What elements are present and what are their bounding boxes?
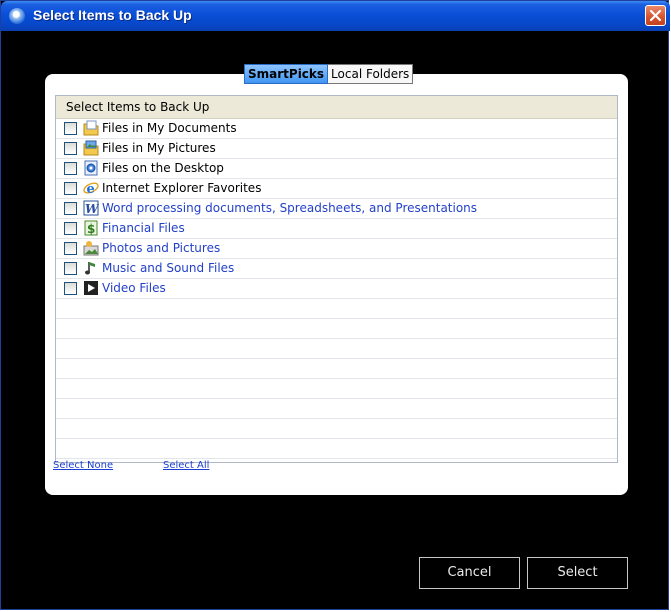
- list-header: Select Items to Back Up: [56, 96, 617, 119]
- empty-row: [56, 359, 617, 379]
- list-item[interactable]: e Internet Explorer Favorites: [56, 179, 617, 199]
- item-checkbox[interactable]: [64, 122, 77, 135]
- list-item[interactable]: W Word processing documents, Spreadsheet…: [56, 199, 617, 219]
- my-documents-icon: [83, 120, 99, 136]
- list-item[interactable]: Files in My Pictures: [56, 139, 617, 159]
- select-button[interactable]: Select: [527, 557, 628, 589]
- video-icon: [83, 280, 99, 296]
- empty-row: [56, 379, 617, 399]
- music-icon: [83, 260, 99, 276]
- item-checkbox[interactable]: [64, 262, 77, 275]
- empty-row: [56, 319, 617, 339]
- tab-smartpicks[interactable]: SmartPicks: [244, 64, 329, 84]
- word-document-icon: W: [83, 200, 100, 216]
- empty-row: [56, 299, 617, 319]
- my-pictures-icon: [83, 140, 99, 156]
- svg-text:$: $: [87, 222, 95, 236]
- internet-explorer-icon: e: [83, 180, 99, 197]
- item-checkbox[interactable]: [64, 222, 77, 235]
- list-item[interactable]: Files on the Desktop: [56, 159, 617, 179]
- item-label: Internet Explorer Favorites: [102, 181, 262, 195]
- item-checkbox[interactable]: [64, 182, 77, 195]
- empty-row: [56, 419, 617, 439]
- dollar-icon: $: [83, 220, 99, 236]
- item-label: Music and Sound Files: [102, 261, 235, 275]
- item-label: Financial Files: [102, 221, 185, 235]
- item-checkbox[interactable]: [64, 242, 77, 255]
- tab-bar: SmartPicks Local Folders: [244, 64, 414, 84]
- item-label: Word processing documents, Spreadsheets,…: [102, 201, 478, 215]
- list-item[interactable]: $ Financial Files: [56, 219, 617, 239]
- item-label: Files in My Pictures: [102, 141, 216, 155]
- window-title: Select Items to Back Up: [33, 7, 192, 23]
- list-item[interactable]: Photos and Pictures: [56, 239, 617, 259]
- item-checkbox[interactable]: [64, 202, 77, 215]
- svg-text:W: W: [85, 202, 99, 216]
- item-checkbox[interactable]: [64, 282, 77, 295]
- tab-local-folders[interactable]: Local Folders: [328, 64, 414, 84]
- item-label: Files on the Desktop: [102, 161, 224, 175]
- cancel-button[interactable]: Cancel: [419, 557, 520, 589]
- close-button[interactable]: [645, 5, 666, 26]
- app-logo-icon: [9, 8, 25, 24]
- svg-text:e: e: [87, 182, 95, 196]
- item-checkbox[interactable]: [64, 162, 77, 175]
- title-bar[interactable]: Select Items to Back Up: [1, 1, 670, 31]
- list-item[interactable]: Music and Sound Files: [56, 259, 617, 279]
- select-all-link[interactable]: Select All: [163, 460, 209, 471]
- backup-items-list: Select Items to Back Up Files in My Docu…: [55, 95, 618, 463]
- select-none-link[interactable]: Select None: [53, 460, 113, 471]
- list-item[interactable]: Files in My Documents: [56, 119, 617, 139]
- list-item[interactable]: Video Files: [56, 279, 617, 299]
- photos-icon: [83, 240, 99, 256]
- item-checkbox[interactable]: [64, 142, 77, 155]
- empty-row: [56, 439, 617, 459]
- close-icon: [649, 9, 662, 22]
- desktop-icon: [83, 160, 99, 176]
- empty-row: [56, 399, 617, 419]
- item-label: Photos and Pictures: [102, 241, 221, 255]
- empty-row: [56, 339, 617, 359]
- item-label: Files in My Documents: [102, 121, 237, 135]
- item-label: Video Files: [102, 281, 166, 295]
